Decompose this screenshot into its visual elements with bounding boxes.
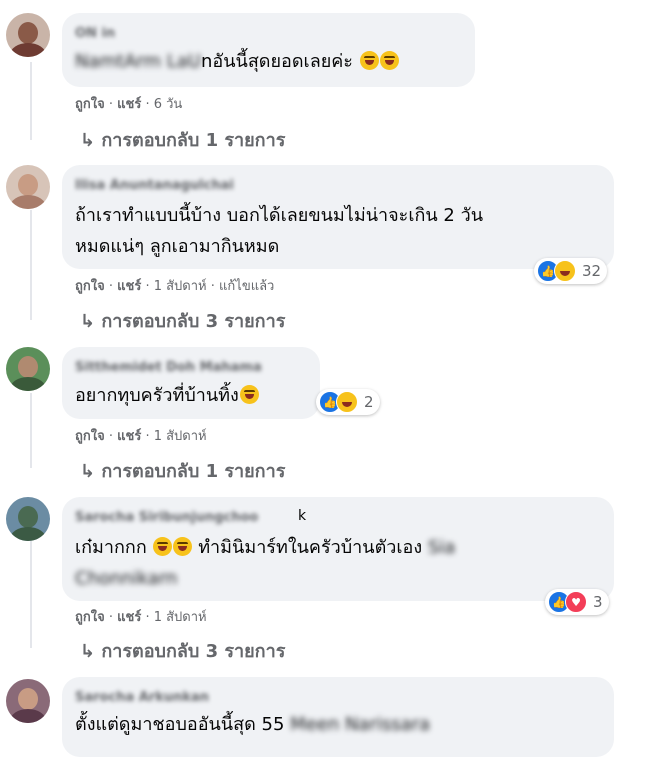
timestamp[interactable]: 6 วัน [154, 97, 183, 112]
avatar[interactable] [6, 13, 50, 57]
share-link[interactable]: แชร์ [117, 279, 141, 294]
face-with-tears-of-joy-icon [379, 51, 399, 70]
comment-body: ทำมินิมาร์ทในครัวบ้านตัวเอง [198, 537, 423, 558]
blurred-mention[interactable]: Chonnikarn [75, 563, 177, 594]
face-with-tears-of-joy-icon [359, 51, 379, 70]
timestamp[interactable]: 1 สัปดาห์ [154, 279, 207, 294]
reaction-summary[interactable]: 👍 32 [534, 258, 608, 284]
comment-body: อยากทุบครัวที่บ้านทิ้ง [75, 385, 239, 406]
view-replies-link[interactable]: ↳ การตอบกลับ 1 รายการ [80, 125, 285, 154]
comment-body: ตั้งแต่ดูมาชอบออันนี้สุด 55 [75, 714, 285, 735]
reaction-count: 3 [593, 593, 603, 611]
avatar[interactable] [6, 165, 50, 209]
comment-bubble: Sitthemidet Doh Mahama อยากทุบครัวที่บ้า… [62, 347, 320, 419]
share-link[interactable]: แชร์ [117, 429, 141, 444]
timestamp[interactable]: 1 สัปดาห์ [154, 429, 207, 444]
comment-body: เก๋มากกก [75, 537, 147, 558]
comment-body: nอันนี้สุดยอดเลยค่ะ [200, 51, 353, 72]
reaction-summary[interactable]: 👍 ♥ 3 [545, 589, 609, 615]
comment-text: อยากทุบครัวที่บ้านทิ้ง [75, 380, 259, 411]
comment-actions: ถูกใจ · แชร์ · 6 วัน [75, 97, 183, 112]
comment-text: NamtArm LaUnอันนี้สุดยอดเลยค่ะ [75, 46, 399, 77]
comment-actions: ถูกใจ · แชร์ · 1 สัปดาห์ · แก้ไขแล้ว [75, 279, 275, 294]
comment-actions: ถูกใจ · แชร์ · 1 สัปดาห์ [75, 429, 207, 444]
comment-text-line: ถ้าเราทำแบบนี้บ้าง บอกได้เลยขนมไม่น่าจะเ… [75, 205, 483, 226]
view-replies-link[interactable]: ↳ การตอบกลับ 3 รายการ [80, 306, 285, 335]
comment-bubble: Sarocha Siribunjungchoo k เก๋มากกก ทำมิน… [62, 497, 614, 601]
timestamp[interactable]: 1 สัปดาห์ [154, 610, 207, 625]
comment-text-line: เก๋มากกก ทำมินิมาร์ทในครัวบ้านตัวเอง Sia [75, 532, 455, 563]
blurred-mention[interactable]: Sia [428, 537, 455, 558]
blurred-mention[interactable]: NamtArm LaU [75, 51, 201, 72]
avatar[interactable] [6, 347, 50, 391]
thread-line [30, 393, 32, 468]
like-link[interactable]: ถูกใจ [75, 97, 105, 112]
comment-bubble: ON in NamtArm LaUnอันนี้สุดยอดเลยค่ะ [62, 13, 475, 87]
comment-bubble: Ilisa Anuntanagulchai ถ้าเราทำแบบนี้บ้าง… [62, 165, 614, 269]
share-link[interactable]: แชร์ [117, 97, 141, 112]
commenter-name[interactable]: ON in [75, 26, 115, 41]
comment-actions: ถูกใจ · แชร์ · 1 สัปดาห์ [75, 610, 207, 625]
commenter-name[interactable]: Sarocha Siribunjungchoo [75, 510, 258, 525]
view-replies-link[interactable]: ↳ การตอบกลับ 3 รายการ [80, 636, 285, 665]
comment-text-line: หมดแน่ๆ ลูกเอามากินหมด [75, 236, 280, 257]
like-link[interactable]: ถูกใจ [75, 429, 105, 444]
comment-bubble: Sarocha Arkunkan ตั้งแต่ดูมาชอบออันนี้สุ… [62, 677, 614, 757]
thread-line [30, 210, 32, 320]
face-with-tears-of-joy-icon [239, 385, 259, 404]
name-fragment: k [298, 508, 307, 524]
commenter-name[interactable]: Sarocha Arkunkan [75, 690, 209, 705]
reaction-count: 32 [582, 262, 602, 280]
face-with-tears-of-joy-icon [173, 537, 193, 556]
edited-label: แก้ไขแล้ว [219, 279, 275, 294]
like-link[interactable]: ถูกใจ [75, 279, 105, 294]
haha-icon [336, 391, 358, 413]
like-link[interactable]: ถูกใจ [75, 610, 105, 625]
comment-text: ตั้งแต่ดูมาชอบออันนี้สุด 55 Meen Narissa… [75, 709, 430, 740]
reaction-count: 2 [364, 393, 374, 411]
haha-icon [554, 260, 576, 282]
commenter-name[interactable]: Sitthemidet Doh Mahama [75, 360, 262, 375]
love-icon: ♥ [565, 591, 587, 613]
face-with-tears-of-joy-icon [153, 537, 173, 556]
view-replies-link[interactable]: ↳ การตอบกลับ 1 รายการ [80, 456, 285, 485]
thread-line [30, 62, 32, 140]
blurred-mention[interactable]: Meen Narissara [290, 714, 430, 735]
avatar[interactable] [6, 679, 50, 723]
share-link[interactable]: แชร์ [117, 610, 141, 625]
avatar[interactable] [6, 497, 50, 541]
commenter-name[interactable]: Ilisa Anuntanagulchai [75, 178, 234, 193]
reaction-summary[interactable]: 👍 2 [316, 389, 380, 415]
thread-line [30, 540, 32, 648]
